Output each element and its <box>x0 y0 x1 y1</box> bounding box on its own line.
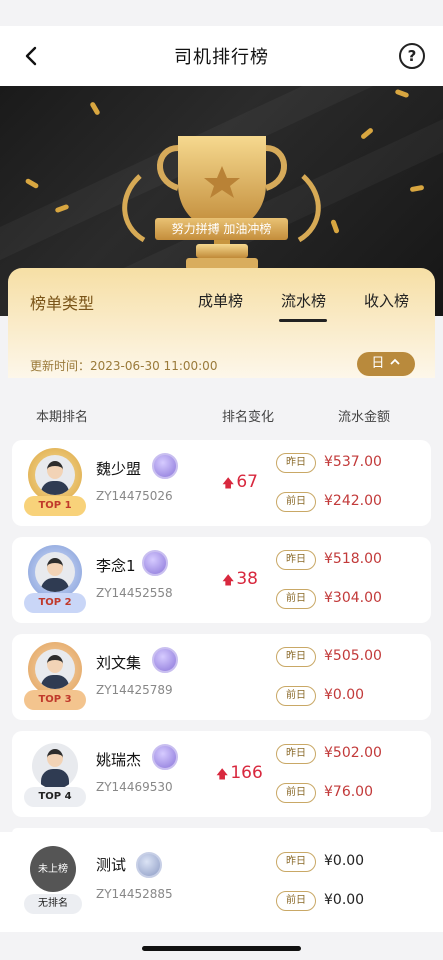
help-icon[interactable]: ? <box>399 43 425 69</box>
rank-badge: TOP 2 <box>24 593 86 613</box>
rank-change: 🡅 166 <box>216 763 263 783</box>
banner-slogan: 努力拼搏 加油冲榜 <box>155 218 288 240</box>
ranking-type-panel: 榜单类型 成单榜 流水榜 收入榜 更新时间：2023-06-30 11:00:0… <box>8 268 435 378</box>
driver-avatar <box>35 649 75 689</box>
avatar: TOP 3 <box>24 642 86 714</box>
yesterday-pill: 昨日 <box>276 453 316 473</box>
medal-icon <box>136 852 162 878</box>
driver-name: 刘文集 <box>96 654 142 672</box>
column-change: 排名变化 <box>222 410 275 425</box>
yesterday-pill: 昨日 <box>276 550 316 570</box>
yesterday-amount: ¥505.00 <box>324 648 382 664</box>
driver-name: 魏少盟 <box>96 460 142 478</box>
tab-orders[interactable]: 成单榜 <box>198 290 243 311</box>
rank-badge: TOP 4 <box>24 787 86 807</box>
unranked-label: 未上榜 <box>38 864 68 875</box>
day-before-pill: 前日 <box>276 783 316 803</box>
driver-name: 姚瑞杰 <box>96 751 142 769</box>
medal-icon <box>152 744 178 770</box>
tab-income[interactable]: 收入榜 <box>364 290 409 311</box>
driver-avatar: 未上榜 <box>30 846 76 892</box>
driver-id: ZY14469530 <box>96 780 173 794</box>
avatar: TOP 4 <box>24 739 86 811</box>
driver-avatar <box>32 743 78 789</box>
active-tab-indicator <box>279 319 327 322</box>
ranking-card[interactable]: TOP 3 刘文集 ZY14425789 昨日 ¥505.00 前日 ¥0.00 <box>12 634 431 720</box>
yesterday-amount: ¥0.00 <box>324 853 365 869</box>
avatar: TOP 1 <box>24 448 86 520</box>
status-bar <box>0 0 443 26</box>
day-before-amount: ¥0.00 <box>324 687 365 703</box>
medal-icon <box>152 453 178 479</box>
rank-badge: TOP 1 <box>24 496 86 516</box>
yesterday-pill: 昨日 <box>276 744 316 764</box>
driver-name: 测试 <box>96 856 127 874</box>
rank-up-icon: 🡅 <box>222 573 235 587</box>
page-title: 司机排行榜 <box>174 47 269 68</box>
day-before-amount: ¥304.00 <box>324 590 382 606</box>
yesterday-pill: 昨日 <box>276 852 316 872</box>
rank-badge: TOP 3 <box>24 690 86 710</box>
rank-up-icon: 🡅 <box>222 476 235 490</box>
column-amount: 流水金额 <box>338 410 391 425</box>
driver-avatar <box>35 455 75 495</box>
yesterday-amount: ¥518.00 <box>324 551 382 567</box>
period-selector[interactable]: 日 <box>357 352 415 376</box>
back-arrow-icon[interactable] <box>18 42 46 70</box>
ranking-card[interactable]: TOP 4 姚瑞杰 ZY14469530 🡅 166 昨日 ¥502.00 前日 … <box>12 731 431 817</box>
driver-id: ZY14452885 <box>96 887 173 901</box>
day-before-amount: ¥242.00 <box>324 493 382 509</box>
day-before-amount: ¥0.00 <box>324 892 365 908</box>
day-before-pill: 前日 <box>276 686 316 706</box>
day-before-pill: 前日 <box>276 589 316 609</box>
driver-name: 李念1 <box>96 557 136 575</box>
avatar: 未上榜 无排名 <box>24 846 84 918</box>
driver-avatar <box>35 552 75 592</box>
ranking-card[interactable]: TOP 2 李念1 ZY14452558 🡅 38 昨日 ¥518.00 前日 ¥… <box>12 537 431 623</box>
day-before-pill: 前日 <box>276 492 316 512</box>
column-rank: 本期排名 <box>36 410 89 425</box>
my-ranking-card[interactable]: 未上榜 无排名 测试 ZY14452885 昨日 ¥0.00 前日 ¥0.00 <box>0 832 443 932</box>
ranking-type-label: 榜单类型 <box>30 294 95 313</box>
day-before-amount: ¥76.00 <box>324 784 373 800</box>
avatar: TOP 2 <box>24 545 86 617</box>
nav-bar: 司机排行榜 ? <box>0 26 443 86</box>
driver-id: ZY14475026 <box>96 489 173 503</box>
yesterday-amount: ¥537.00 <box>324 454 382 470</box>
rank-change: 🡅 67 <box>222 472 258 492</box>
driver-id: ZY14425789 <box>96 683 173 697</box>
home-indicator <box>142 946 301 951</box>
rank-change: 🡅 38 <box>222 569 258 589</box>
day-before-pill: 前日 <box>276 891 316 911</box>
rank-up-icon: 🡅 <box>216 767 229 781</box>
driver-id: ZY14452558 <box>96 586 173 600</box>
update-time: 更新时间：2023-06-30 11:00:00 <box>30 359 218 373</box>
period-label: 日 <box>371 356 385 371</box>
tab-revenue[interactable]: 流水榜 <box>281 290 326 311</box>
chevron-up-icon <box>389 356 401 371</box>
ranking-card[interactable]: TOP 1 魏少盟 ZY14475026 🡅 67 昨日 ¥537.00 前日 ¥… <box>12 440 431 526</box>
yesterday-amount: ¥502.00 <box>324 745 382 761</box>
medal-icon <box>152 647 178 673</box>
medal-icon <box>142 550 168 576</box>
rank-badge: 无排名 <box>24 894 82 914</box>
yesterday-pill: 昨日 <box>276 647 316 667</box>
